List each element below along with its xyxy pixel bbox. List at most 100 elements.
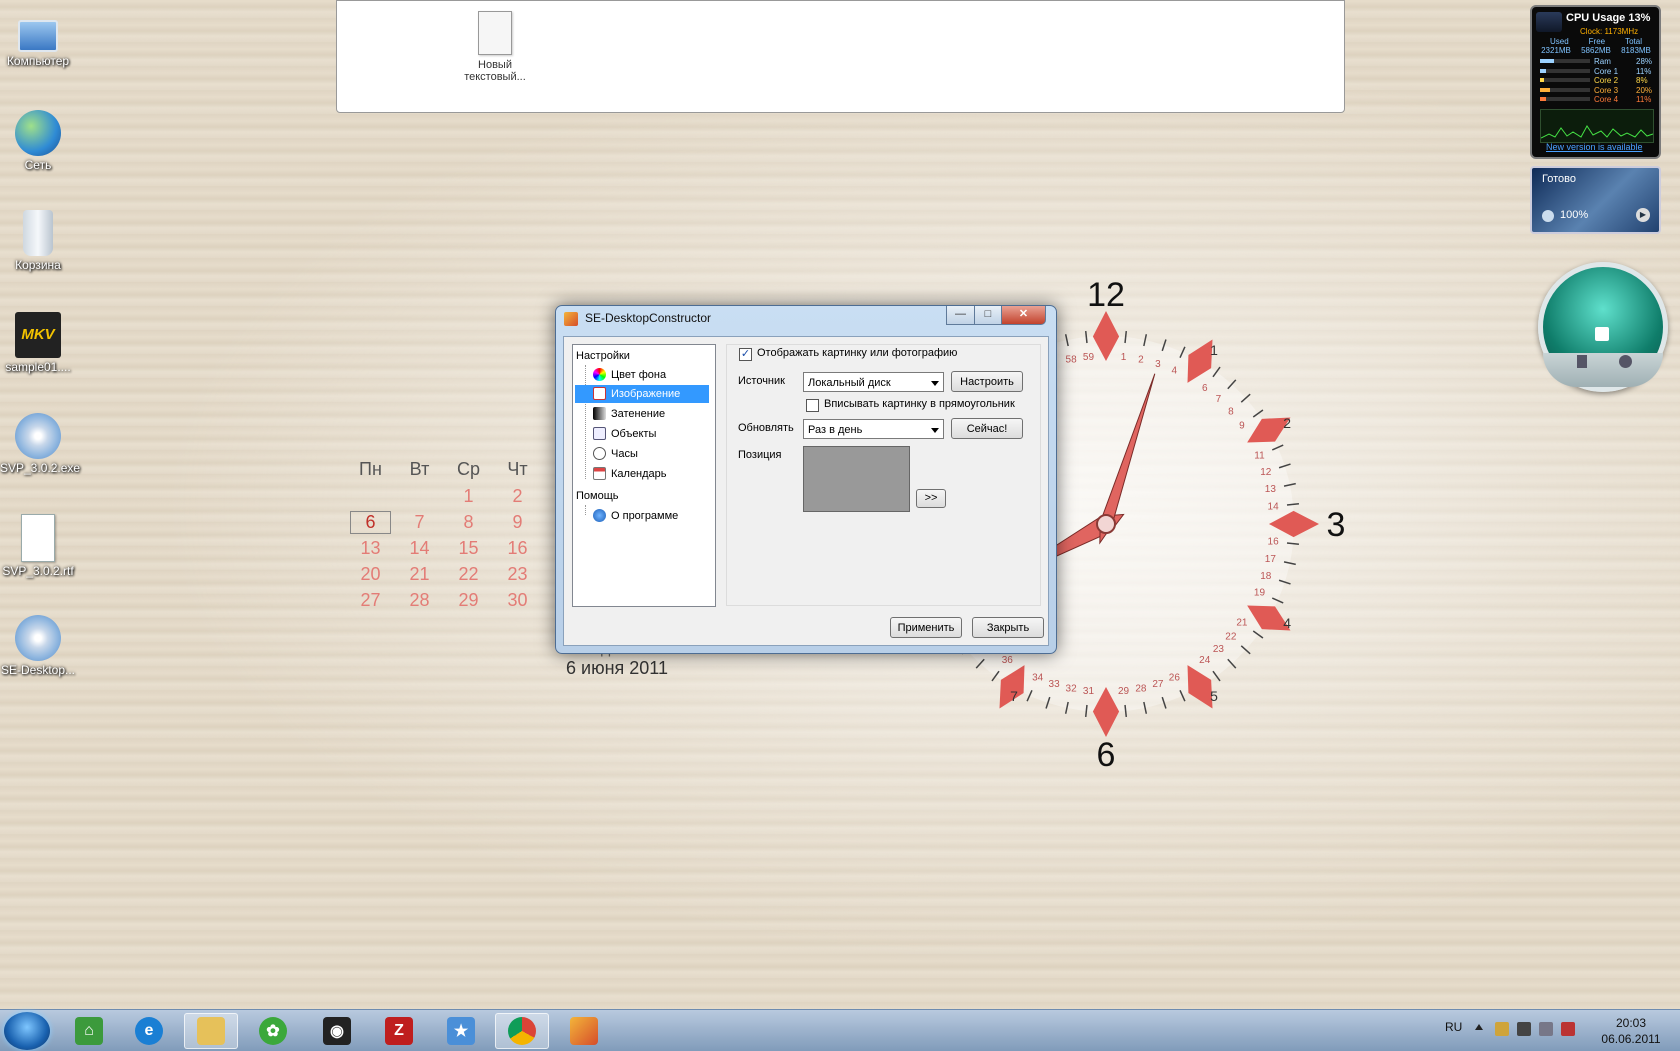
taskbar-app-rating[interactable]: ★ <box>434 1013 488 1049</box>
taskbar-app-chrome[interactable] <box>495 1013 549 1049</box>
configure-button[interactable]: Настроить <box>951 371 1023 392</box>
desktop-icon-label: Корзина <box>15 258 61 272</box>
calendar-day: 28 <box>409 589 430 610</box>
cpu-graph-line <box>1540 125 1654 139</box>
update-now-button[interactable]: Сейчас! <box>951 418 1023 439</box>
cpu-row-bar <box>1540 78 1590 82</box>
taskbar-app-home[interactable]: ⌂ <box>62 1013 116 1049</box>
calendar-day: 21 <box>409 563 430 584</box>
tree-item-about[interactable]: О программе <box>591 507 678 525</box>
play-icon[interactable]: ▶ <box>1636 208 1650 222</box>
desktop-icon-mkv[interactable]: MKV sample01.... <box>0 306 76 374</box>
desktop-icon-recycle-bin[interactable]: Корзина <box>0 204 76 272</box>
tree-item-background-color[interactable]: Цвет фона <box>591 366 709 384</box>
home-icon: ⌂ <box>75 1017 103 1045</box>
minimize-button[interactable]: — <box>946 306 975 325</box>
language-indicator[interactable]: RU <box>1445 1020 1462 1034</box>
show-hidden-icons-icon[interactable] <box>1475 1024 1483 1030</box>
desktop-icon-computer[interactable]: Компьютер <box>0 8 76 68</box>
weekday-header: Ср <box>456 458 480 479</box>
position-expand-button[interactable]: >> <box>916 489 946 508</box>
calendar-day: 29 <box>458 589 479 610</box>
help-icon <box>593 509 606 522</box>
taskbar-app-explorer[interactable] <box>184 1013 238 1049</box>
source-select[interactable]: Локальный диск <box>803 372 944 392</box>
desktop-icon-svp-exe[interactable]: SVP_3.0.2.exe <box>0 407 80 475</box>
chevron-down-icon <box>931 428 939 433</box>
app-icon <box>564 312 578 326</box>
close-window-button[interactable]: ✕ <box>1001 306 1046 325</box>
clock-tray[interactable]: 20:03 06.06.2011 <box>1596 1015 1666 1047</box>
desktop-icon-se-desktop[interactable]: SE-Desktop... <box>0 609 76 677</box>
position-preview[interactable] <box>803 446 910 512</box>
tray-shield-icon[interactable] <box>1517 1022 1531 1036</box>
clock-main-hour-label: 3 <box>1327 506 1346 544</box>
tree-item-label: Объекты <box>611 428 657 440</box>
position-label: Позиция <box>738 449 782 461</box>
installer-icon <box>15 615 61 661</box>
gadget-base <box>1543 353 1663 387</box>
calendar-day: 7 <box>414 511 425 532</box>
start-button[interactable] <box>4 1012 50 1050</box>
taskbar-app-ie[interactable]: e <box>122 1013 176 1049</box>
file-label-line1: Новый <box>478 59 512 71</box>
close-button[interactable]: Закрыть <box>972 617 1044 638</box>
tree-item-shading[interactable]: Затенение <box>591 405 665 423</box>
desktop-icon-svp-rtf[interactable]: SVP_3.0.2.rtf <box>0 508 76 578</box>
antivirus-gadget <box>1538 262 1668 392</box>
clock-main-hour-label: 12 <box>1087 276 1125 314</box>
update-select[interactable]: Раз в день <box>803 419 944 439</box>
fit-image-checkbox[interactable] <box>806 399 819 412</box>
taskbar-app-icq[interactable]: ✿ <box>246 1013 300 1049</box>
desktop-icon-network[interactable]: Сеть <box>0 104 76 172</box>
taskbar-app-alien[interactable]: ◉ <box>310 1013 364 1049</box>
calendar-day: 14 <box>409 537 430 558</box>
taskbar-app-filezilla[interactable]: Z <box>372 1013 426 1049</box>
source-select-value: Локальный диск <box>808 377 891 389</box>
calendar-day: 9 <box>512 511 523 532</box>
tree-item-label: Затенение <box>611 408 666 420</box>
calendar-day: 13 <box>360 537 381 558</box>
clock-minute-label: 32 <box>1066 683 1078 694</box>
maximize-button[interactable]: □ <box>974 306 1002 325</box>
memory-values: 2321MB 5862MB 8183MB <box>1541 46 1651 55</box>
tree-item-objects[interactable]: Объекты <box>591 425 656 443</box>
weekday-header: Чт <box>507 458 528 479</box>
network-tray-icon[interactable] <box>1561 1022 1575 1036</box>
volume-tray-icon[interactable] <box>1539 1022 1553 1036</box>
calendar-week: 27 28 29 30 <box>346 587 542 613</box>
tree-item-clock[interactable]: Часы <box>591 445 638 463</box>
document-icon <box>21 514 55 562</box>
cpu-clock: Clock: 1173MHz <box>1580 27 1639 36</box>
cpu-percent: 13% <box>1628 12 1651 24</box>
new-version-link[interactable]: New version is available <box>1546 142 1643 152</box>
volume-icon[interactable] <box>1542 210 1554 222</box>
show-image-checkbox[interactable]: ✓ <box>739 348 752 361</box>
se-desktopconstructor-window: SE-DesktopConstructor — □ ✕ Настройки Цв… <box>555 305 1057 654</box>
today-marker: 6 <box>350 510 391 534</box>
clock-minute-label: 21 <box>1236 618 1248 629</box>
tree-item-image[interactable]: Изображение <box>575 385 709 403</box>
gear-icon[interactable] <box>1619 355 1632 368</box>
cpu-graph-svg <box>1540 125 1654 139</box>
tree-group-help[interactable]: Помощь <box>576 487 619 505</box>
apply-button[interactable]: Применить <box>890 617 962 638</box>
tray-app-icon[interactable] <box>1495 1022 1509 1036</box>
file-label-line2: текстовый... <box>464 71 526 83</box>
cpu-row-bar <box>1540 68 1590 73</box>
tree-item-label: Цвет фона <box>611 369 667 381</box>
cpu-usage-gadget: CPU Usage 13% Clock: 1173MHz Used Free Tot… <box>1530 5 1661 159</box>
explorer-icon <box>197 1017 225 1045</box>
window-client-area: Настройки Цвет фона Изображение Затенени… <box>563 336 1049 646</box>
text-file-item[interactable]: Новый текстовый... <box>459 11 531 83</box>
tree-group-settings[interactable]: Настройки <box>576 347 630 365</box>
media-gadget: Готово 100% ▶ <box>1530 166 1661 234</box>
mkv-file-icon: MKV <box>15 312 61 358</box>
tree-item-calendar[interactable]: Календарь <box>591 465 667 483</box>
taskbar-app-se[interactable] <box>557 1013 611 1049</box>
calendar-day: 23 <box>507 563 528 584</box>
objects-icon <box>593 427 606 440</box>
clock-minute-label: 8 <box>1228 407 1234 418</box>
report-icon[interactable] <box>1577 355 1587 368</box>
cpu-row-bar <box>1540 59 1590 63</box>
